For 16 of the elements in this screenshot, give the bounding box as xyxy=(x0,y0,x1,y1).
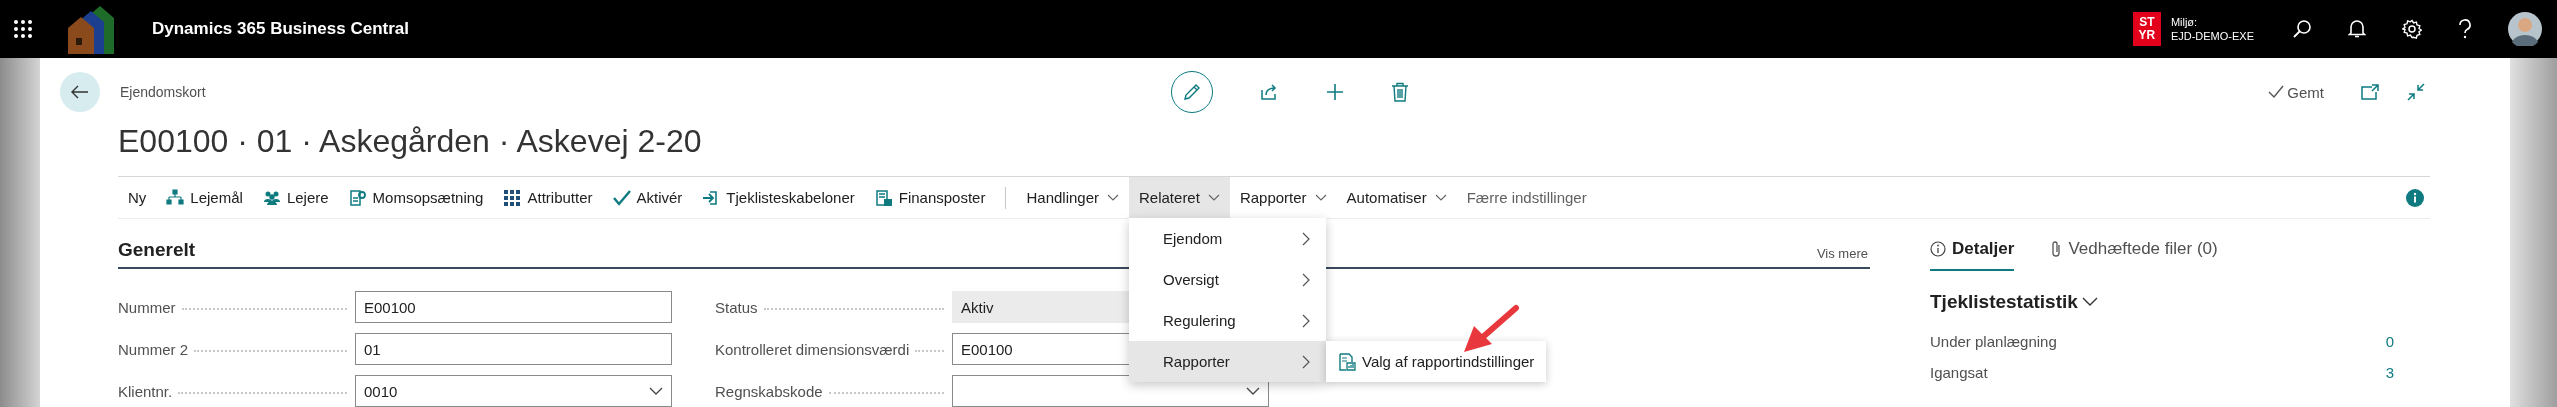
statistic-label: Igangsat xyxy=(1930,364,1988,381)
field-label: Regnskabskode xyxy=(715,382,823,400)
page-title: E00100 · 01 · Askegården · Askevej 2-20 xyxy=(118,122,702,161)
environment-badge: ST YR xyxy=(2132,12,2161,46)
field-label: Nummer 2 xyxy=(118,340,188,358)
field-label: Klientnr. xyxy=(118,382,173,400)
app-title: Dynamics 365 Business Central xyxy=(152,19,409,39)
field-label: Kontrolleret dimensionsværdi xyxy=(715,340,910,358)
breadcrumb: Ejendomskort xyxy=(120,84,206,100)
section-title: Generelt xyxy=(118,239,196,261)
statistic-label: Under planlægning xyxy=(1930,333,2057,350)
environment-label: Miljø: xyxy=(2170,15,2199,29)
save-status: Gemt xyxy=(2287,83,2324,101)
field-label: Status xyxy=(715,298,758,316)
environment-name: EJD-DEMO-EXE xyxy=(2170,29,2254,43)
field-label: Nummer xyxy=(118,298,176,316)
